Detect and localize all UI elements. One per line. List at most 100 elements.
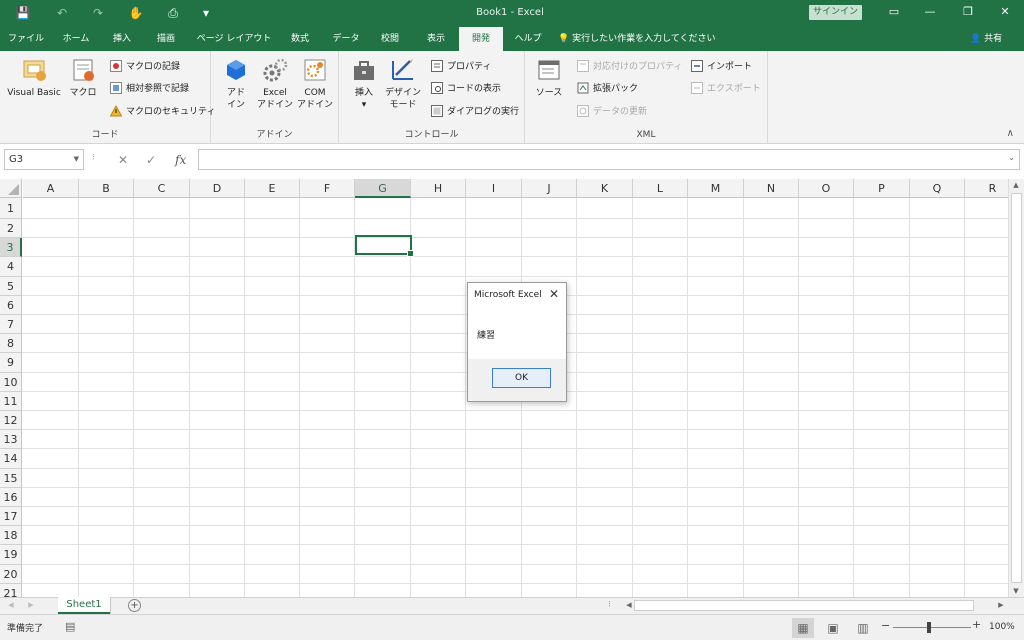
- tab-page-layout[interactable]: ページ レイアウト: [192, 27, 276, 51]
- signin-button[interactable]: サインイン: [809, 5, 862, 20]
- tab-review[interactable]: 校閲: [372, 27, 408, 51]
- properties-button[interactable]: プロパティ: [431, 58, 491, 76]
- horizontal-scroll-thumb[interactable]: [634, 600, 974, 611]
- name-box[interactable]: G3 ▼: [4, 149, 84, 170]
- zoom-in-icon[interactable]: +: [972, 618, 981, 631]
- zoom-slider[interactable]: [893, 627, 971, 628]
- excel-addins-button[interactable]: Excel アドイン: [257, 57, 293, 111]
- row-header-4[interactable]: 4: [0, 257, 22, 277]
- scroll-up-icon[interactable]: ▲: [1009, 181, 1023, 189]
- ribbon-display-icon[interactable]: ▭: [884, 4, 904, 20]
- vertical-scroll-thumb[interactable]: [1011, 193, 1022, 583]
- row-header-14[interactable]: 14: [0, 449, 22, 469]
- column-header-k[interactable]: K: [577, 179, 633, 198]
- column-header-m[interactable]: M: [688, 179, 744, 198]
- close-icon[interactable]: ✕: [995, 4, 1015, 20]
- column-header-j[interactable]: J: [522, 179, 577, 198]
- column-header-d[interactable]: D: [190, 179, 245, 198]
- tab-help[interactable]: ヘルプ: [508, 27, 548, 51]
- column-header-a[interactable]: A: [23, 179, 79, 198]
- touch-mode-icon[interactable]: ✋: [126, 5, 146, 21]
- com-addins-button[interactable]: COM アドイン: [297, 57, 333, 111]
- scroll-right-icon[interactable]: ▶: [994, 601, 1008, 609]
- row-header-12[interactable]: 12: [0, 411, 22, 430]
- row-header-16[interactable]: 16: [0, 488, 22, 507]
- tab-insert[interactable]: 挿入: [104, 27, 140, 51]
- design-mode-button[interactable]: デザイン モード: [385, 57, 421, 111]
- column-header-h[interactable]: H: [411, 179, 466, 198]
- zoom-slider-knob[interactable]: [927, 622, 931, 633]
- insert-control-button[interactable]: 挿入 ▾: [349, 57, 379, 111]
- tab-formulas[interactable]: 数式: [282, 27, 318, 51]
- print-preview-icon[interactable]: ⎙: [162, 5, 184, 21]
- cancel-icon[interactable]: ✕: [118, 153, 128, 167]
- row-header-20[interactable]: 20: [0, 565, 22, 584]
- row-header-6[interactable]: 6: [0, 296, 22, 315]
- vertical-scrollbar[interactable]: ▲ ▼: [1008, 179, 1024, 597]
- row-header-8[interactable]: 8: [0, 334, 22, 353]
- horizontal-scrollbar[interactable]: ◀ ▶: [622, 599, 1008, 613]
- row-header-7[interactable]: 7: [0, 315, 22, 334]
- save-icon[interactable]: 💾: [15, 5, 31, 21]
- column-header-b[interactable]: B: [79, 179, 134, 198]
- enter-icon[interactable]: ✓: [146, 153, 156, 167]
- sheet-next-icon[interactable]: ▶: [24, 601, 38, 609]
- row-header-11[interactable]: 11: [0, 392, 22, 411]
- active-cell-g3[interactable]: [355, 235, 414, 257]
- formula-input[interactable]: ⌄: [198, 149, 1020, 170]
- row-header-18[interactable]: 18: [0, 526, 22, 545]
- record-macro-button[interactable]: マクロの記録: [110, 58, 180, 76]
- tab-home[interactable]: ホーム: [56, 27, 96, 51]
- row-header-19[interactable]: 19: [0, 545, 22, 565]
- zoom-level[interactable]: 100%: [989, 622, 1015, 632]
- row-header-9[interactable]: 9: [0, 353, 22, 373]
- normal-view-icon[interactable]: ▦: [792, 618, 814, 638]
- chevron-down-icon[interactable]: ▼: [74, 150, 79, 169]
- run-dialog-button[interactable]: ダイアログの実行: [431, 103, 519, 121]
- minimize-icon[interactable]: —: [920, 4, 940, 20]
- row-header-5[interactable]: 5: [0, 277, 22, 296]
- column-header-n[interactable]: N: [744, 179, 799, 198]
- ok-button[interactable]: OK: [492, 368, 551, 388]
- zoom-out-icon[interactable]: −: [881, 619, 890, 632]
- row-header-17[interactable]: 17: [0, 507, 22, 526]
- import-button[interactable]: インポート: [691, 58, 752, 76]
- select-all-corner[interactable]: [0, 179, 22, 198]
- tab-file[interactable]: ファイル: [4, 27, 48, 51]
- macro-record-status-icon[interactable]: ▤: [65, 620, 75, 633]
- tell-me-search[interactable]: 💡 実行したい作業を入力してください: [558, 27, 716, 51]
- redo-icon[interactable]: ↷: [90, 5, 106, 21]
- page-layout-view-icon[interactable]: ▣: [822, 618, 844, 638]
- column-header-c[interactable]: C: [134, 179, 190, 198]
- column-header-p[interactable]: P: [854, 179, 910, 198]
- share-button[interactable]: 👤 共有: [970, 27, 1002, 51]
- undo-icon[interactable]: ↶: [54, 5, 70, 21]
- macro-security-button[interactable]: マクロのセキュリティ: [109, 103, 215, 121]
- scroll-down-icon[interactable]: ▼: [1009, 587, 1023, 595]
- row-header-1[interactable]: 1: [0, 198, 22, 219]
- column-header-i[interactable]: I: [466, 179, 522, 198]
- column-header-e[interactable]: E: [245, 179, 300, 198]
- column-header-g[interactable]: G: [355, 179, 411, 198]
- column-header-o[interactable]: O: [799, 179, 854, 198]
- customize-quick-access-icon[interactable]: ▾: [200, 5, 212, 21]
- insert-function-icon[interactable]: fx: [175, 153, 186, 167]
- row-header-3[interactable]: 3: [0, 238, 22, 257]
- relative-reference-button[interactable]: 相対参照で記録: [110, 80, 189, 98]
- tab-draw[interactable]: 描画: [148, 27, 184, 51]
- sheet-prev-icon[interactable]: ◀: [4, 601, 18, 609]
- xml-source-button[interactable]: ソース: [533, 57, 565, 99]
- close-icon[interactable]: ✕: [549, 287, 559, 301]
- column-header-l[interactable]: L: [633, 179, 688, 198]
- row-header-21[interactable]: 21: [0, 584, 22, 597]
- view-code-button[interactable]: コードの表示: [431, 80, 501, 98]
- addins-button[interactable]: アド イン: [221, 57, 251, 111]
- sheet-tab-sheet1[interactable]: Sheet1: [58, 597, 110, 614]
- add-sheet-icon[interactable]: +: [128, 599, 141, 612]
- page-break-view-icon[interactable]: ▥: [852, 618, 874, 638]
- collapse-ribbon-icon[interactable]: ∧: [1007, 128, 1014, 139]
- row-header-13[interactable]: 13: [0, 430, 22, 449]
- split-grip-icon[interactable]: ⁝: [608, 600, 611, 610]
- row-header-2[interactable]: 2: [0, 219, 22, 238]
- expansion-pack-button[interactable]: 拡張パック: [577, 80, 638, 98]
